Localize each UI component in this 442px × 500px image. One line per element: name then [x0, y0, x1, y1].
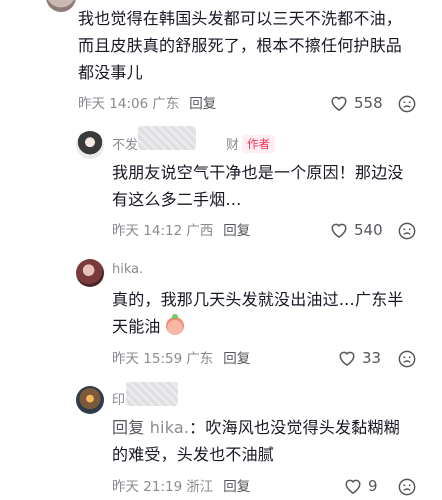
author-badge: 作者 — [242, 135, 275, 153]
comment-location: 广西 — [186, 223, 214, 239]
heart-outline-icon — [331, 96, 347, 111]
dislike-face-icon[interactable] — [398, 95, 416, 113]
comment-meta: 昨天 14:12 广西 回复 — [112, 222, 250, 240]
author-name[interactable]: 不发 — [112, 134, 138, 153]
comment-location: 浙江 — [186, 479, 214, 495]
comment-meta: 昨天 15:59 广东 回复 — [112, 350, 250, 368]
blurred-name — [126, 382, 178, 406]
comment-text: 我也觉得在韩国头发都可以三天不洗都不油， 而且皮肤真的舒服死了，根本不擦任何护肤… — [78, 9, 403, 82]
like-button[interactable]: 540 — [330, 221, 383, 239]
comment-location: 广东 — [152, 96, 180, 112]
like-button[interactable]: 9 — [344, 477, 378, 495]
avatar[interactable] — [76, 259, 104, 287]
reply-button[interactable]: 回复 — [223, 351, 250, 367]
comment-time: 昨天 15:59 — [112, 351, 183, 367]
dislike-face-icon[interactable] — [398, 478, 416, 496]
like-count: 540 — [354, 221, 383, 239]
avatar[interactable] — [76, 386, 104, 414]
comment-text: 回复 hika.：吹海风也没觉得头发黏糊糊 的难受，头发也不油腻 — [112, 418, 400, 464]
like-count: 558 — [354, 94, 383, 112]
comment-text: 我朋友说空气干净也是一个原因！那边没 有这么多二手烟… — [112, 163, 404, 209]
comment-location: 广东 — [186, 351, 214, 367]
dislike-face-icon[interactable] — [398, 350, 416, 368]
like-button[interactable]: 33 — [338, 349, 381, 367]
avatar[interactable] — [76, 131, 104, 159]
peach-emoji-icon — [165, 314, 184, 335]
reply-prefix: 回复 — [112, 418, 145, 437]
reply-button[interactable]: 回复 — [223, 223, 250, 239]
avatar[interactable] — [46, 0, 76, 12]
blurred-name — [138, 126, 196, 150]
author-name-tail: 财 — [226, 138, 240, 153]
like-count: 9 — [368, 477, 378, 495]
comment-meta: 昨天 14:06 广东 回复 — [78, 95, 216, 113]
heart-outline-icon — [345, 479, 361, 494]
heart-outline-icon — [331, 223, 347, 238]
author-name[interactable]: 印 — [112, 389, 125, 408]
like-button[interactable]: 558 — [330, 94, 383, 112]
author-name[interactable]: hika. — [112, 262, 143, 277]
comment-text: 真的，我那几天头发就没出油过…广东半 天能油 — [112, 290, 404, 336]
reply-button[interactable]: 回复 — [189, 96, 216, 112]
comment-time: 昨天 14:12 — [112, 223, 183, 239]
comment-meta: 昨天 21:19 浙江 回复 — [112, 478, 250, 496]
reply-button[interactable]: 回复 — [223, 479, 250, 495]
like-count: 33 — [362, 349, 382, 367]
comment-time: 昨天 14:06 — [78, 96, 149, 112]
dislike-face-icon[interactable] — [398, 222, 416, 240]
comment-time: 昨天 21:19 — [112, 479, 183, 495]
heart-outline-icon — [339, 351, 355, 366]
mention-link[interactable]: hika. — [150, 418, 189, 437]
